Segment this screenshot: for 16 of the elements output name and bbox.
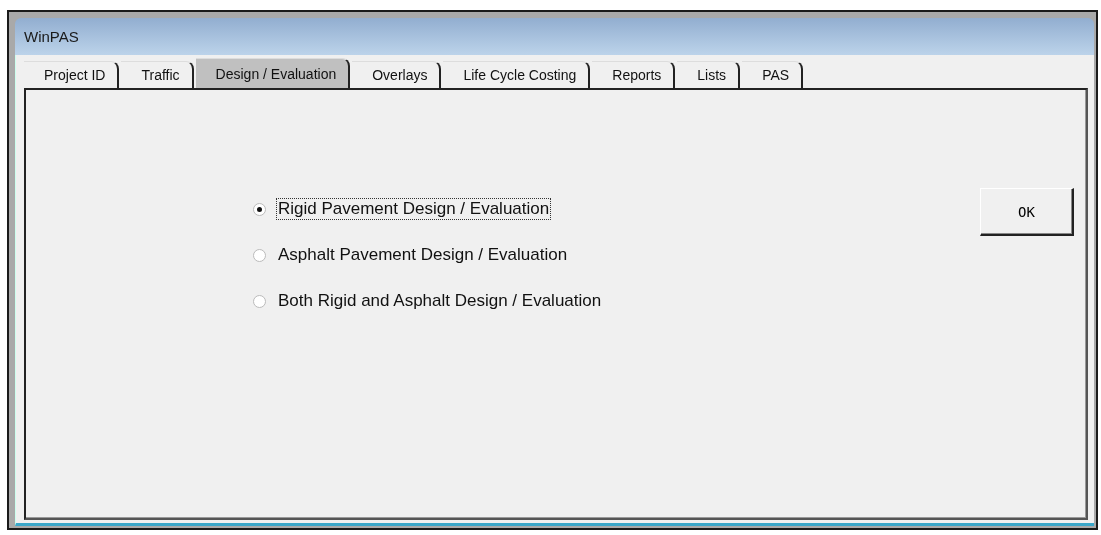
radio-button[interactable] (253, 294, 266, 308)
tab[interactable]: Traffic (121, 61, 194, 88)
ok-button[interactable]: OK (980, 188, 1074, 236)
tab[interactable]: Overlays (352, 61, 442, 88)
tab[interactable]: Lists (677, 61, 741, 88)
tab[interactable]: Reports (592, 61, 676, 88)
radio-label[interactable]: Both Rigid and Asphalt Design / Evaluation (276, 290, 604, 312)
radio-label[interactable]: Asphalt Pavement Design / Evaluation (276, 244, 570, 266)
tab[interactable]: Design / Evaluation (195, 58, 351, 88)
tab[interactable]: Project ID (24, 61, 120, 88)
tab[interactable]: PAS (742, 61, 804, 88)
tab[interactable]: Life Cycle Costing (443, 61, 591, 88)
radio-button[interactable] (253, 202, 266, 216)
radio-button[interactable] (253, 248, 266, 262)
window-title: WinPAS (24, 28, 79, 45)
radio-label[interactable]: Rigid Pavement Design / Evaluation (276, 198, 552, 220)
